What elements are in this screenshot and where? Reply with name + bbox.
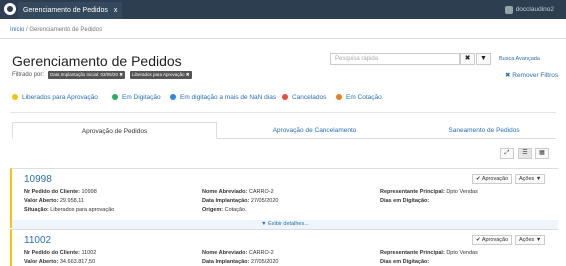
client-order-field: Nr Pedido do Cliente: 10998 [24, 189, 97, 195]
tab-bar: Aprovação de Pedidos Aprovação de Cancel… [12, 122, 556, 139]
tab-label: Gerenciamento de Pedidos [23, 7, 108, 14]
legend-item-digitacao[interactable]: Em Digitação [112, 92, 161, 102]
short-name-label: Nome Abreviado: [202, 189, 248, 195]
user-icon [504, 5, 513, 14]
filter-label: Filtrado por: [12, 72, 45, 78]
page-title: Gerenciamento de Pedidos [12, 53, 182, 69]
value-value: 29.958,11 [59, 198, 84, 204]
client-order-label: Nr Pedido do Cliente: [24, 189, 80, 195]
breadcrumb: Início / Gerenciamento de Pedidos [10, 27, 102, 33]
breadcrumb-divider [0, 38, 566, 39]
grid-view-icon[interactable]: ▦ [535, 148, 549, 159]
tab-close-icon[interactable]: x [114, 2, 118, 19]
app-logo-icon[interactable] [4, 3, 16, 15]
breadcrumb-home[interactable]: Início [10, 27, 24, 33]
section-divider [10, 112, 556, 113]
legend-label: Cancelados [292, 93, 327, 101]
legend-item-cotacao[interactable]: Em Cotação [336, 92, 382, 102]
client-order-field: Nr Pedido do Cliente: 11002 [24, 250, 96, 256]
green-dot-icon [112, 94, 118, 100]
tab-aprovacao-cancelamento[interactable]: Aprovação de Cancelamento [217, 122, 412, 139]
remove-filters-link[interactable]: ✖ Remover Filtros [505, 71, 558, 79]
actions-button[interactable]: Ações ▼ [515, 174, 546, 184]
origin-value: Cotação. [224, 207, 247, 213]
origin-label: Origem: [202, 207, 224, 213]
legend-label: Em Cotação [346, 93, 382, 101]
orange-dot-icon [336, 94, 342, 100]
blue-dot-icon [170, 94, 176, 100]
approve-button[interactable]: ✔ Aprovação [472, 235, 513, 245]
implant-date-value: 27/05/2020 [250, 198, 279, 204]
implant-date-value: 27/05/2020 [250, 259, 279, 265]
search-input[interactable]: Pesquisa rápida [330, 53, 460, 65]
representative-label: Representante Principal: [380, 250, 445, 256]
red-dot-icon [282, 94, 288, 100]
days-label: Dias em Digitação: [380, 259, 430, 265]
short-name-field: Nome Abreviado: CARRO-2 [202, 250, 274, 256]
short-name-field: Nome Abreviado: CARRO-2 [202, 189, 274, 195]
client-order-label: Nr Pedido do Cliente: [24, 250, 80, 256]
representative-field: Representante Principal: Dpto Vendas [380, 189, 478, 195]
legend-label: Em Digitação [122, 93, 161, 101]
legend-item-digitacao-nan[interactable]: Em digitação a mais de NaN dias [170, 92, 276, 102]
representative-value: Dpto Vendas [446, 250, 478, 256]
value-field: Valor Aberto: 29.958,11 [24, 198, 84, 204]
tab-aprovacao-pedidos[interactable]: Aprovação de Pedidos [12, 122, 217, 139]
value-field: Valor Aberto: 34.663.817,50 [24, 259, 95, 265]
order-number-link[interactable]: 11002 [24, 235, 51, 246]
client-order-value: 11002 [81, 250, 97, 256]
legend-item-cancelados[interactable]: Cancelados [282, 92, 326, 102]
expand-icon[interactable]: ⤢ [500, 148, 514, 159]
order-card: 10998 ✔ Aprovação Ações ▼ Nr Pedido do C… [10, 168, 558, 229]
value-label: Valor Aberto: [24, 259, 59, 265]
legend-item-liberados[interactable]: Liberados para Aprovação [12, 92, 98, 102]
days-field: Dias em Digitação: [380, 198, 429, 204]
user-name: docclaudino2 [515, 6, 554, 13]
implant-date-field: Data Implantação: 27/05/2020 [202, 259, 278, 265]
filter-icon[interactable]: ▼ [476, 53, 491, 65]
list-view-icon[interactable]: ☰ [518, 148, 532, 159]
origin-field: Origem: Cotação. [202, 207, 247, 213]
order-number-link[interactable]: 10998 [24, 174, 52, 185]
representative-label: Representante Principal: [380, 189, 445, 195]
representative-field: Representante Principal: Dpto Vendas [380, 250, 478, 256]
situation-value: Liberados para aprovação [50, 207, 115, 213]
situation-label: Situação: [24, 207, 49, 213]
tab-gerenciamento[interactable]: Gerenciamento de Pedidos x [18, 2, 123, 19]
advanced-search-link[interactable]: Busca Avançada [499, 56, 540, 62]
top-bar: Gerenciamento de Pedidos x docclaudino2 [0, 0, 566, 19]
implant-date-label: Data Implantação: [202, 198, 250, 204]
legend-label: Liberados para Aprovação [22, 93, 98, 101]
order-card: 11002 ✔ Aprovação Ações ▼ Nr Pedido do C… [10, 229, 558, 266]
short-name-value: CARRO-2 [248, 250, 274, 256]
days-label: Dias em Digitação: [380, 198, 430, 204]
situation-field: Situação: Liberados para aprovação [24, 207, 114, 213]
filter-chip-status[interactable]: Liberados para Aprovação ✖ [130, 71, 192, 79]
days-field: Dias em Digitação: [380, 259, 429, 265]
actions-button[interactable]: Ações ▼ [515, 235, 546, 245]
value-label: Valor Aberto: [24, 198, 59, 204]
client-order-value: 10998 [81, 189, 97, 195]
implant-date-field: Data Implantação: 27/05/2020 [202, 198, 278, 204]
filter-chip-date[interactable]: Data Implantação Inicial: 03/05/20 ✖ [48, 71, 126, 79]
clear-search-icon[interactable]: ✖ [460, 53, 475, 65]
short-name-label: Nome Abreviado: [202, 250, 248, 256]
breadcrumb-current: Gerenciamento de Pedidos [29, 27, 103, 33]
show-details-link[interactable]: ▼ Exibir detalhes... [12, 220, 558, 229]
implant-date-label: Data Implantação: [202, 259, 250, 265]
representative-value: Dpto Vendas [446, 189, 478, 195]
tab-saneamento-pedidos[interactable]: Saneamento de Pedidos [412, 122, 556, 139]
user-menu[interactable]: docclaudino2 [504, 0, 554, 19]
approve-button[interactable]: ✔ Aprovação [472, 174, 513, 184]
legend-label: Em digitação a mais de NaN dias [180, 93, 277, 101]
yellow-dot-icon [12, 94, 18, 100]
value-value: 34.663.817,50 [59, 259, 96, 265]
breadcrumb-separator: / [26, 27, 28, 33]
short-name-value: CARRO-2 [248, 189, 274, 195]
